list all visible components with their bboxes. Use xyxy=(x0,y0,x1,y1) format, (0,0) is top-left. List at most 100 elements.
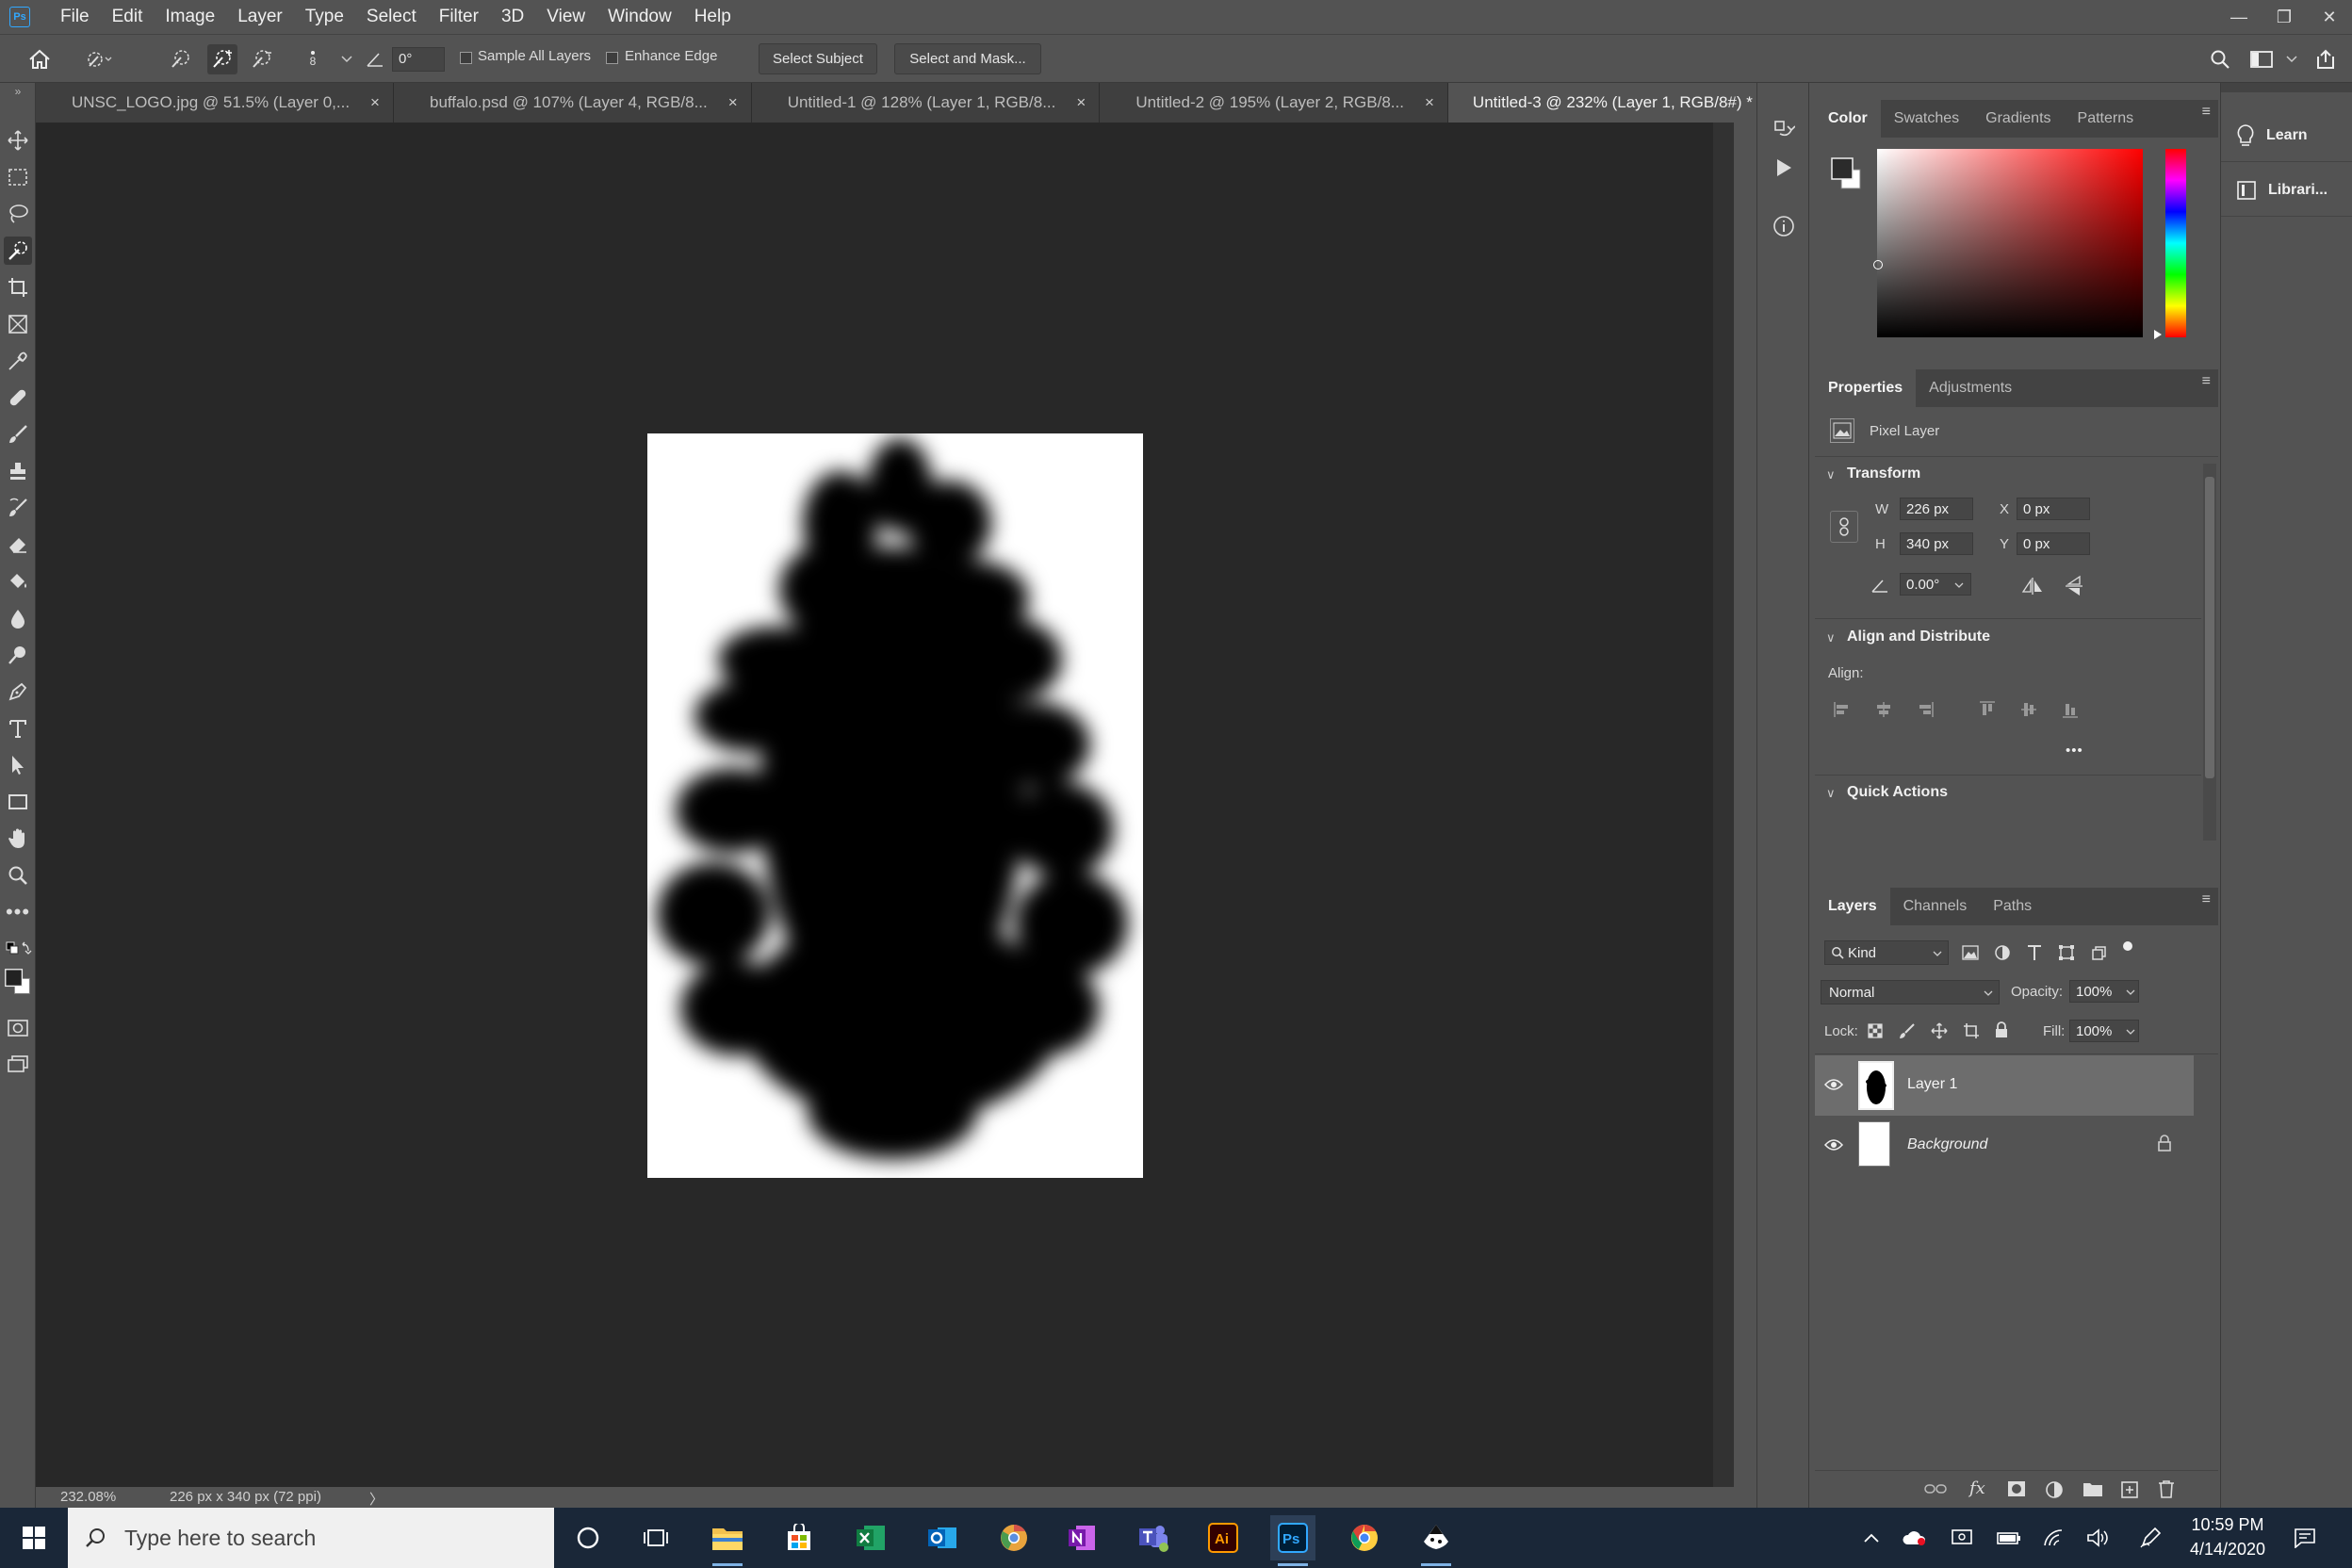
eye-visibility-icon[interactable] xyxy=(1824,1078,1843,1091)
actions-play-icon[interactable] xyxy=(1771,155,1797,181)
tab-color[interactable]: Color xyxy=(1815,100,1881,138)
close-icon[interactable]: × xyxy=(728,93,738,112)
brush-size-picker[interactable]: 8 xyxy=(298,44,328,74)
layer-name[interactable]: Background xyxy=(1907,1136,1987,1153)
eyedropper-tool-icon[interactable] xyxy=(4,347,32,375)
move-tool-icon[interactable] xyxy=(4,126,32,155)
filter-adjustment-icon[interactable] xyxy=(1992,942,2013,963)
link-layers-icon[interactable] xyxy=(1924,1482,1947,1495)
align-bottom-edges-icon[interactable] xyxy=(2060,699,2081,720)
photoshop-taskbar-icon[interactable]: Ps xyxy=(1270,1515,1315,1566)
tab-untitled-2[interactable]: Untitled-2 @ 195% (Layer 2, RGB/8... × xyxy=(1100,83,1448,122)
menu-view[interactable]: View xyxy=(535,0,596,34)
task-view-icon[interactable] xyxy=(633,1515,678,1560)
eye-visibility-icon[interactable] xyxy=(1824,1138,1843,1152)
tab-unsc-logo[interactable]: UNSC_LOGO.jpg @ 51.5% (Layer 0,... × xyxy=(36,83,394,122)
share-icon[interactable] xyxy=(2311,44,2341,74)
lock-image-pixels-icon[interactable] xyxy=(1898,1021,1917,1040)
rectangle-tool-icon[interactable] xyxy=(4,788,32,816)
illustrator-icon[interactable]: Ai xyxy=(1200,1515,1246,1560)
x-input[interactable]: 0 px xyxy=(2017,498,2090,520)
type-tool-icon[interactable] xyxy=(4,714,32,743)
properties-scrollbar[interactable] xyxy=(2203,464,2216,841)
close-icon[interactable]: ✕ xyxy=(2307,0,2352,34)
new-adjustment-layer-icon[interactable] xyxy=(2045,1480,2064,1499)
chevron-down-icon[interactable]: ∨ xyxy=(1826,467,1836,482)
search-icon[interactable] xyxy=(2205,44,2235,74)
menu-type[interactable]: Type xyxy=(294,0,355,34)
status-arrow-icon[interactable]: 〉 xyxy=(369,1489,384,1509)
onenote-icon[interactable] xyxy=(1059,1515,1104,1560)
action-center-notification-icon[interactable] xyxy=(2292,1525,2318,1551)
screen-mode-icon[interactable] xyxy=(4,1050,32,1078)
display-settings-icon[interactable] xyxy=(1949,1525,1975,1551)
select-subject-button[interactable]: Select Subject xyxy=(759,43,877,74)
y-input[interactable]: 0 px xyxy=(2017,532,2090,555)
tab-layers[interactable]: Layers xyxy=(1815,888,1890,925)
menu-layer[interactable]: Layer xyxy=(226,0,294,34)
close-icon[interactable]: × xyxy=(1076,93,1086,112)
panel-menu-icon[interactable]: ≡ xyxy=(2202,105,2211,120)
workspace-icon[interactable] xyxy=(2246,44,2277,74)
transform-section-title[interactable]: Transform xyxy=(1847,466,1920,482)
align-right-edges-icon[interactable] xyxy=(1915,699,1936,720)
lock-position-icon[interactable] xyxy=(1930,1021,1949,1040)
libraries-panel-button[interactable]: Librari... xyxy=(2221,164,2352,217)
teams-icon[interactable] xyxy=(1131,1515,1176,1560)
flip-horizontal-icon[interactable] xyxy=(2020,575,2045,597)
filter-smart-object-icon[interactable] xyxy=(2088,942,2109,963)
menu-3d[interactable]: 3D xyxy=(490,0,535,34)
menu-help[interactable]: Help xyxy=(683,0,743,34)
hand-tool-icon[interactable] xyxy=(4,825,32,853)
menu-select[interactable]: Select xyxy=(355,0,428,34)
info-icon[interactable] xyxy=(1771,213,1797,239)
new-group-folder-icon[interactable] xyxy=(2082,1480,2103,1497)
quick-actions-section-title[interactable]: Quick Actions xyxy=(1847,784,1948,801)
align-distribute-section-title[interactable]: Align and Distribute xyxy=(1847,629,1990,645)
tab-paths[interactable]: Paths xyxy=(1980,888,2045,925)
filter-type-icon[interactable] xyxy=(2024,942,2045,963)
filter-pixel-icon[interactable] xyxy=(1960,942,1981,963)
pen-workspace-icon[interactable] xyxy=(2137,1525,2164,1551)
tool-preset-picker-icon[interactable] xyxy=(83,44,113,74)
menu-window[interactable]: Window xyxy=(596,0,683,34)
document-canvas[interactable] xyxy=(647,433,1143,1178)
flip-vertical-icon[interactable] xyxy=(2062,575,2086,597)
marquee-tool-icon[interactable] xyxy=(4,163,32,191)
color-field-picker[interactable] xyxy=(1873,149,2143,337)
tab-untitled-3[interactable]: Untitled-3 @ 232% (Layer 1, RGB/8#) * × xyxy=(1447,83,1797,122)
paint-bucket-tool-icon[interactable] xyxy=(4,567,32,596)
add-mask-icon[interactable] xyxy=(2007,1480,2026,1497)
subtract-from-selection-icon[interactable] xyxy=(247,44,277,74)
taskbar-search-box[interactable]: Type here to search xyxy=(68,1508,554,1568)
blur-tool-icon[interactable] xyxy=(4,604,32,632)
menu-filter[interactable]: Filter xyxy=(428,0,490,34)
foreground-background-color-swatch[interactable] xyxy=(4,963,32,1001)
brush-tool-icon[interactable] xyxy=(4,420,32,449)
add-to-selection-icon[interactable] xyxy=(207,44,237,74)
learn-panel-button[interactable]: Learn xyxy=(2221,109,2352,162)
outlook-icon[interactable] xyxy=(920,1515,965,1560)
menu-edit[interactable]: Edit xyxy=(101,0,155,34)
chevron-down-icon[interactable] xyxy=(332,44,362,74)
home-icon[interactable] xyxy=(24,44,55,74)
width-input[interactable]: 226 px xyxy=(1900,498,1973,520)
chrome-canary-icon[interactable] xyxy=(991,1515,1037,1560)
show-hidden-icons-chevron-up-icon[interactable] xyxy=(1858,1525,1885,1551)
eraser-tool-icon[interactable] xyxy=(4,531,32,559)
tab-gradients[interactable]: Gradients xyxy=(1972,100,2064,138)
minimize-icon[interactable]: — xyxy=(2216,0,2262,34)
new-selection-icon[interactable] xyxy=(166,44,196,74)
chevron-down-icon[interactable] xyxy=(2126,989,2135,995)
scrollbar-thumb[interactable] xyxy=(2205,477,2214,778)
angle-input[interactable]: 0° xyxy=(392,47,445,72)
tab-swatches[interactable]: Swatches xyxy=(1881,100,1972,138)
wifi-icon[interactable] xyxy=(2041,1525,2067,1551)
lock-artboard-icon[interactable] xyxy=(1962,1021,1981,1040)
link-icon[interactable] xyxy=(1830,511,1858,543)
hue-slider-handle[interactable] xyxy=(2154,330,2162,339)
lock-transparent-pixels-icon[interactable] xyxy=(1866,1021,1885,1040)
more-options-icon[interactable]: ••• xyxy=(2066,743,2083,759)
sample-all-layers-checkbox[interactable] xyxy=(460,52,472,64)
excel-icon[interactable] xyxy=(848,1515,893,1560)
